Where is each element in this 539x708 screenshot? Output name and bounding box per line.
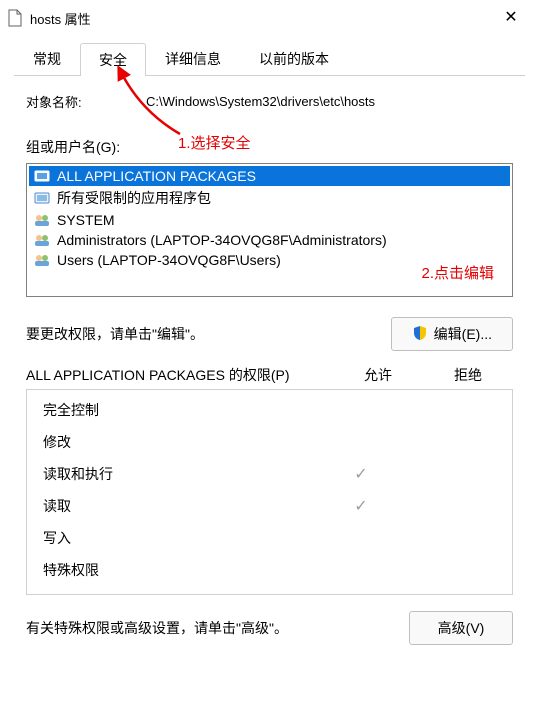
object-name-value: C:\Windows\System32\drivers\etc\hosts — [106, 94, 513, 109]
list-item-label: SYSTEM — [57, 212, 115, 228]
window-close-button[interactable]: ✕ — [491, 4, 531, 32]
edit-button-label: 编辑(E)... — [434, 324, 492, 344]
check-icon: ✓ — [316, 464, 406, 484]
object-name-label: 对象名称: — [26, 92, 106, 111]
package-icon — [33, 168, 51, 184]
advanced-button-label: 高级(V) — [438, 618, 485, 638]
list-item-label: Administrators (LAPTOP-34OVQG8F\Administ… — [57, 232, 387, 248]
edit-prompt: 要更改权限，请单击"编辑"。 — [26, 324, 391, 344]
permission-label: 读取和执行 — [43, 464, 316, 484]
permission-row: 完全控制 — [27, 394, 512, 426]
permission-label: 写入 — [43, 528, 316, 548]
list-item[interactable]: ALL APPLICATION PACKAGES — [29, 166, 510, 186]
column-deny: 拒绝 — [423, 365, 513, 385]
edit-button[interactable]: 编辑(E)... — [391, 317, 513, 351]
column-allow: 允许 — [333, 365, 423, 385]
permission-label: 特殊权限 — [43, 560, 316, 580]
list-item-label: ALL APPLICATION PACKAGES — [57, 168, 256, 184]
list-item-label: Users (LAPTOP-34OVQG8F\Users) — [57, 252, 281, 268]
tab-security[interactable]: 安全 — [80, 43, 146, 76]
file-icon — [8, 8, 24, 28]
users-icon — [33, 212, 51, 228]
tab-details[interactable]: 详细信息 — [146, 42, 240, 75]
window-title: hosts 属性 — [30, 9, 91, 28]
permissions-header: ALL APPLICATION PACKAGES 的权限(P) — [26, 365, 333, 385]
shield-icon — [412, 325, 428, 344]
list-item-label: 所有受限制的应用程序包 — [57, 188, 211, 208]
permission-label: 修改 — [43, 432, 316, 452]
object-name-row: 对象名称: C:\Windows\System32\drivers\etc\ho… — [26, 92, 513, 111]
permissions-list: 完全控制修改读取和执行✓读取✓写入特殊权限 — [26, 389, 513, 595]
check-icon: ✓ — [316, 496, 406, 516]
tab-general[interactable]: 常规 — [14, 42, 80, 75]
package-icon — [33, 190, 51, 206]
permission-row: 读取和执行✓ — [27, 458, 512, 490]
users-icon — [33, 232, 51, 248]
permission-row: 修改 — [27, 426, 512, 458]
permission-row: 写入 — [27, 522, 512, 554]
tabstrip: 常规 安全 详细信息 以前的版本 — [14, 42, 525, 76]
list-item[interactable]: Administrators (LAPTOP-34OVQG8F\Administ… — [29, 230, 510, 250]
permission-label: 完全控制 — [43, 400, 316, 420]
tab-previous-versions[interactable]: 以前的版本 — [240, 42, 348, 75]
window-titlebar: hosts 属性 ✕ — [0, 0, 539, 36]
list-item[interactable]: 所有受限制的应用程序包 — [29, 186, 510, 210]
groups-label: 组或用户名(G): — [26, 137, 513, 157]
permission-row: 特殊权限 — [27, 554, 512, 586]
users-icon — [33, 252, 51, 268]
permission-label: 读取 — [43, 496, 316, 516]
advanced-button[interactable]: 高级(V) — [409, 611, 513, 645]
list-item[interactable]: SYSTEM — [29, 210, 510, 230]
advanced-prompt: 有关特殊权限或高级设置，请单击"高级"。 — [26, 618, 409, 638]
annotation-click-edit: 2.点击编辑 — [421, 262, 494, 283]
permission-row: 读取✓ — [27, 490, 512, 522]
annotation-select-security: 1.选择安全 — [178, 132, 251, 153]
